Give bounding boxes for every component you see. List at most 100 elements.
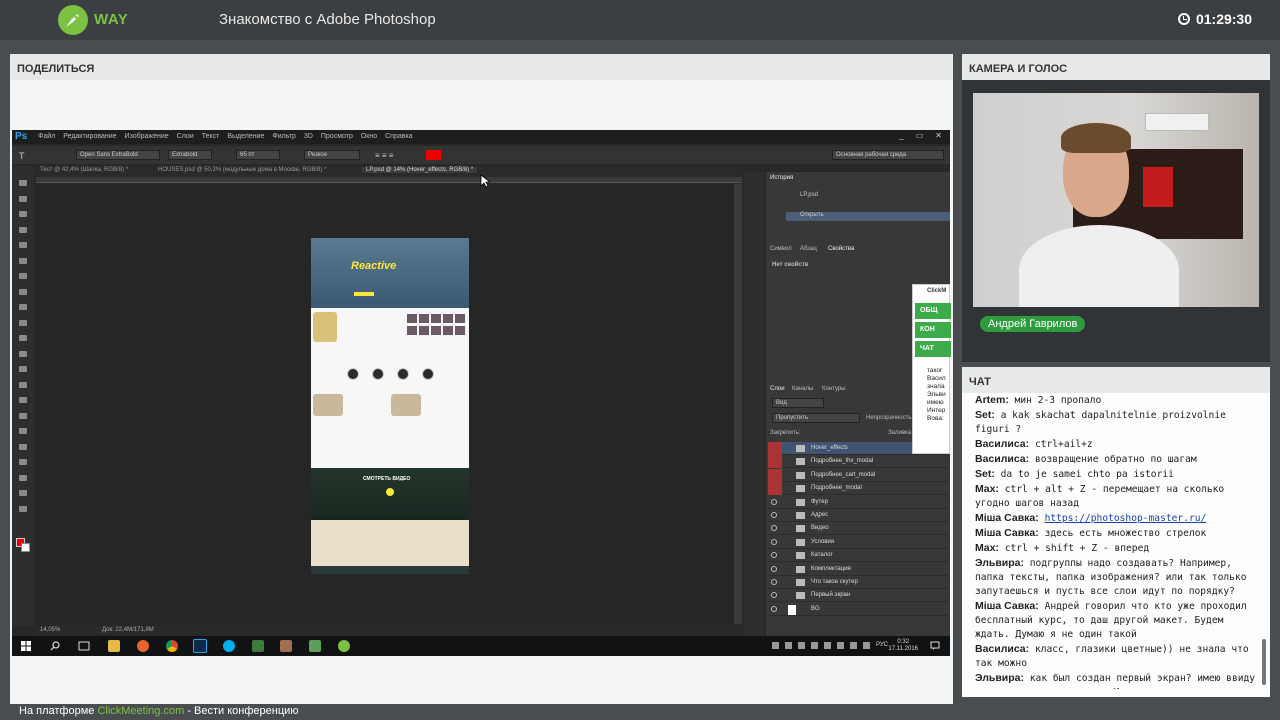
ps-menu-item[interactable]: Просмотр: [321, 133, 353, 140]
font-style-select[interactable]: Extrabold: [168, 150, 212, 160]
ps-tool-icon[interactable]: [19, 180, 27, 186]
ps-tool-icon[interactable]: [19, 257, 27, 264]
folder-icon[interactable]: [108, 640, 120, 652]
visibility-eye-icon[interactable]: [768, 455, 782, 469]
skype-icon[interactable]: [223, 640, 235, 652]
layer-row[interactable]: Видео: [768, 522, 948, 536]
cm-popup-tab-general[interactable]: ОБЩ: [915, 303, 951, 319]
firefox-icon[interactable]: [137, 640, 149, 652]
ps-tool-icon[interactable]: [19, 505, 27, 512]
app-icon[interactable]: [309, 640, 321, 652]
layer-row[interactable]: Условия: [768, 536, 948, 549]
layer-row[interactable]: Адрес: [768, 509, 948, 522]
ps-tool-icon[interactable]: [19, 273, 27, 279]
shared-screen[interactable]: Ps Файл Редактирование Изображение Слои Текс…: [12, 130, 951, 656]
doc-tab[interactable]: HOUSES.psd @ 50,2% (модульные дома в Мос…: [158, 167, 326, 173]
ps-tool-icon[interactable]: [19, 381, 27, 388]
ps-tool-icon[interactable]: [19, 195, 27, 202]
ps-tool-icon[interactable]: [19, 304, 27, 310]
paths-panel-tab[interactable]: Контуры: [822, 386, 846, 392]
layers-panel-tab[interactable]: Слои: [770, 386, 785, 392]
ps-menu-item[interactable]: Изображение: [125, 133, 169, 140]
layer-row[interactable]: BG: [768, 603, 948, 616]
ps-tool-icon[interactable]: [19, 428, 27, 434]
ps-tool-icon[interactable]: [19, 412, 27, 419]
history-item[interactable]: Открыть: [786, 212, 950, 221]
ps-tool-icon[interactable]: [19, 288, 27, 295]
visibility-eye-icon[interactable]: [771, 552, 777, 559]
layer-row[interactable]: Подробнее_modal: [768, 482, 948, 496]
app-icon[interactable]: [280, 640, 292, 652]
ps-canvas-scrollbar[interactable]: [734, 184, 742, 624]
ps-tool-icon[interactable]: [19, 242, 27, 248]
app-icon[interactable]: [252, 640, 264, 652]
ps-menu-item[interactable]: Файл: [38, 133, 55, 140]
ps-menu-item[interactable]: Справка: [385, 133, 412, 140]
ps-tool-icon[interactable]: [19, 335, 27, 341]
font-size-select[interactable]: 65 пт: [236, 150, 280, 160]
visibility-eye-icon[interactable]: [771, 538, 777, 545]
text-color-swatch[interactable]: [426, 150, 441, 160]
ps-menu-item[interactable]: 3D: [304, 133, 313, 140]
layer-row[interactable]: Комплектация: [768, 563, 948, 576]
presenter-video[interactable]: [973, 93, 1259, 307]
minimize-icon[interactable]: _: [899, 131, 903, 140]
cm-popup-tab-chat[interactable]: ЧАТ: [915, 341, 951, 357]
visibility-eye-icon[interactable]: [771, 525, 777, 532]
layer-row[interactable]: Что такое скутер: [768, 576, 948, 589]
background-color-swatch[interactable]: [21, 543, 30, 552]
visibility-eye-icon[interactable]: [768, 442, 782, 455]
visibility-eye-icon[interactable]: [768, 482, 782, 496]
blend-mode-select[interactable]: Пропустить: [772, 413, 860, 423]
photoshop-icon[interactable]: [193, 639, 207, 653]
visibility-eye-icon[interactable]: [771, 579, 777, 585]
ps-tool-icon[interactable]: [19, 397, 27, 403]
ps-menu-item[interactable]: Слои: [177, 133, 194, 140]
layer-row[interactable]: Футер: [768, 496, 948, 509]
ps-menu-item[interactable]: Текст: [202, 133, 220, 140]
antialias-select[interactable]: Резкое: [304, 150, 360, 160]
doc-tab-active[interactable]: LP.psd @ 14% (Hover_effects, RGB/8) *: [362, 167, 478, 173]
ps-tool-icon[interactable]: [19, 459, 27, 465]
clickmeeting-icon[interactable]: [338, 640, 350, 652]
notifications-icon[interactable]: [930, 641, 940, 651]
layer-kind-filter[interactable]: Вид: [772, 398, 824, 408]
history-panel-tab[interactable]: История: [770, 175, 793, 181]
chat-messages[interactable]: Artem: мин 2-3 пропало Set: a kak skachat…: [962, 393, 1262, 689]
visibility-eye-icon[interactable]: [771, 605, 777, 612]
layer-row[interactable]: Подробнее_thx_modal: [768, 455, 948, 469]
ps-tool-icon[interactable]: [19, 226, 27, 233]
visibility-eye-icon[interactable]: [771, 498, 777, 505]
taskview-icon[interactable]: [78, 641, 90, 651]
ps-tool-icon[interactable]: [19, 443, 27, 450]
workspace-select[interactable]: Основная рабочая среда: [832, 150, 944, 160]
ps-tool-icon[interactable]: [19, 319, 27, 326]
chrome-icon[interactable]: [166, 640, 178, 652]
cm-popup-tab-contacts[interactable]: КОН: [915, 322, 951, 338]
type-tool-icon[interactable]: T: [16, 150, 40, 161]
chat-link[interactable]: https://photoshop-master.ru/: [1045, 513, 1207, 524]
maximize-icon[interactable]: ▭: [916, 131, 924, 140]
doc-tab[interactable]: Тест @ 42,4% (Шапка, RGB/8) *: [40, 167, 128, 173]
visibility-eye-icon[interactable]: [771, 565, 777, 572]
ps-tool-icon[interactable]: [19, 366, 27, 372]
ps-menu-item[interactable]: Окно: [361, 133, 377, 140]
font-family-select[interactable]: Open Sans ExtraBold: [76, 150, 160, 160]
ps-menu-item[interactable]: Редактирование: [63, 133, 116, 140]
ps-menu-item[interactable]: Фильтр: [272, 133, 296, 140]
layer-row[interactable]: Каталог: [768, 549, 948, 563]
paragraph-panel-tab[interactable]: Абзац: [800, 246, 817, 252]
character-panel-tab[interactable]: Символ: [770, 246, 792, 252]
ps-tool-icon[interactable]: [19, 350, 27, 357]
chat-scrollbar[interactable]: [1262, 639, 1266, 685]
ps-tool-icon[interactable]: [19, 490, 27, 496]
taskbar-clock[interactable]: 0:32 17.11.2016: [888, 639, 918, 653]
close-icon[interactable]: ✕: [935, 131, 942, 140]
visibility-eye-icon[interactable]: [768, 468, 782, 482]
ps-tool-icon[interactable]: [19, 211, 27, 217]
search-icon[interactable]: [50, 641, 60, 651]
platform-link[interactable]: ClickMeeting.com: [97, 705, 184, 717]
history-item[interactable]: LP.psd: [786, 192, 950, 201]
layer-row[interactable]: Подробнее_cart_modal: [768, 468, 948, 482]
layer-row[interactable]: Первый экран: [768, 589, 948, 603]
